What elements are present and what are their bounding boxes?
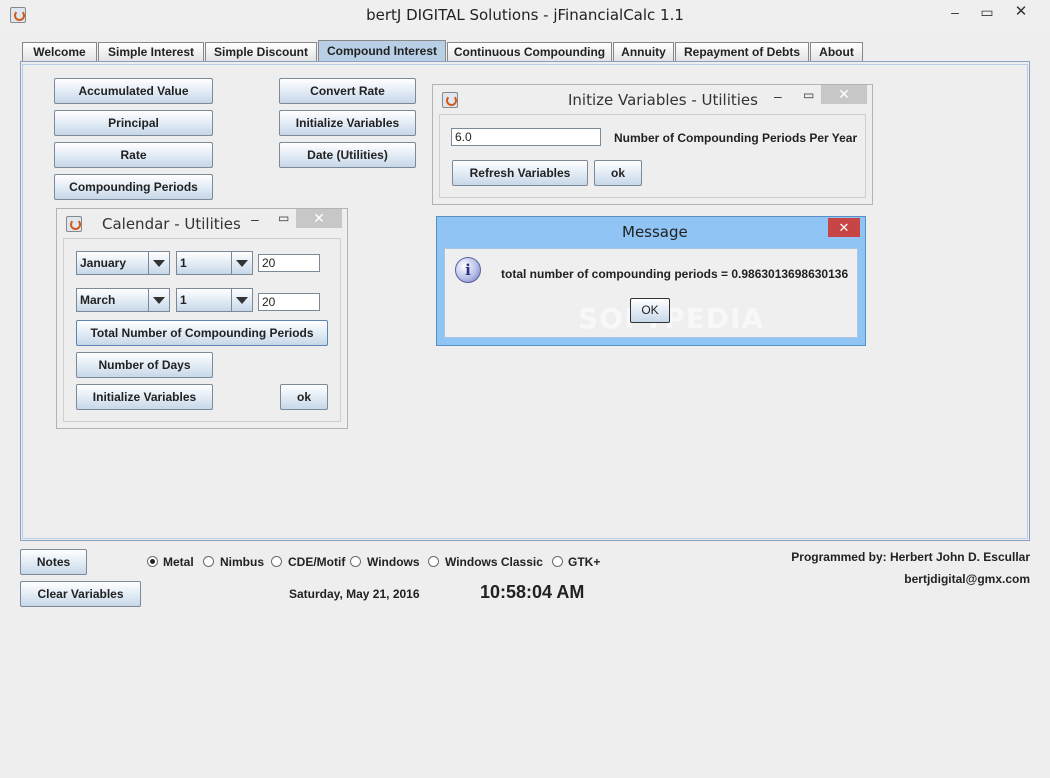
tab-repayment-of-debts[interactable]: Repayment of Debts [675,42,809,61]
from-day-value: 1 [180,256,187,270]
message-title: Message [622,223,688,241]
radio-windows-label: Windows [367,555,420,569]
radio-gtk[interactable] [552,556,563,567]
chevron-down-icon[interactable] [231,289,252,311]
frame-minimize-icon[interactable]: – [251,211,259,227]
calendar-initialize-variables-button[interactable]: Initialize Variables [76,384,213,410]
radio-cde-motif-label: CDE/Motif [288,555,346,569]
to-year-field[interactable]: 20 [258,293,320,311]
notes-button[interactable]: Notes [20,549,87,575]
frame-maximize-icon[interactable]: ▭ [278,211,289,225]
frame-java-icon [66,216,82,232]
radio-windows[interactable] [350,556,361,567]
close-icon[interactable]: ✕ [1006,2,1036,22]
programmed-by: Programmed by: Herbert John D. Escullar [791,550,1030,564]
radio-gtk-label: GTK+ [568,555,601,569]
message-text: total number of compounding periods = 0.… [501,267,849,281]
tab-annuity[interactable]: Annuity [613,42,674,61]
frame-minimize-icon[interactable]: – [774,88,782,104]
from-year-field[interactable]: 20 [258,254,320,272]
date-utilities-button[interactable]: Date (Utilities) [279,142,416,168]
from-day-select[interactable]: 1 [176,251,253,275]
number-of-days-button[interactable]: Number of Days [76,352,213,378]
radio-metal[interactable] [147,556,158,567]
chevron-down-icon[interactable] [148,252,169,274]
info-icon: i [455,257,481,283]
periods-per-year-label: Number of Compounding Periods Per Year [614,131,858,145]
chevron-down-icon[interactable] [231,252,252,274]
frame-java-icon [442,92,458,108]
tab-simple-discount[interactable]: Simple Discount [205,42,317,61]
calendar-ok-button[interactable]: ok [280,384,328,410]
to-day-select[interactable]: 1 [176,288,253,312]
frame-close-icon[interactable]: ✕ [296,209,342,228]
frame-maximize-icon[interactable]: ▭ [803,88,814,102]
tab-welcome[interactable]: Welcome [22,42,97,61]
to-day-value: 1 [180,293,187,307]
compounding-periods-button[interactable]: Compounding Periods [54,174,213,200]
principal-button[interactable]: Principal [54,110,213,136]
from-month-select[interactable]: January [76,251,170,275]
periods-per-year-field[interactable]: 6.0 [451,128,601,146]
tab-about[interactable]: About [810,42,863,61]
tab-simple-interest[interactable]: Simple Interest [98,42,204,61]
to-month-value: March [80,293,116,307]
radio-windows-classic[interactable] [428,556,439,567]
current-date: Saturday, May 21, 2016 [289,587,420,601]
calendar-frame-title: Calendar - Utilities [102,215,241,233]
convert-rate-button[interactable]: Convert Rate [279,78,416,104]
author-email: bertjdigital@gmx.com [904,572,1030,586]
tab-compound-interest[interactable]: Compound Interest [318,40,446,61]
message-close-icon[interactable]: ✕ [828,218,860,237]
accumulated-value-button[interactable]: Accumulated Value [54,78,213,104]
window-title: bertJ DIGITAL Solutions - jFinancialCalc… [366,6,684,24]
clear-variables-button[interactable]: Clear Variables [20,581,141,607]
radio-metal-label: Metal [163,555,194,569]
refresh-variables-button[interactable]: Refresh Variables [452,160,588,186]
softpedia-watermark: SOFTPEDIA [578,302,765,335]
radio-nimbus-label: Nimbus [220,555,265,569]
radio-nimbus[interactable] [203,556,214,567]
rate-button[interactable]: Rate [54,142,213,168]
radio-cde-motif[interactable] [271,556,282,567]
message-ok-button[interactable]: OK [630,298,670,323]
chevron-down-icon[interactable] [148,289,169,311]
minimize-icon[interactable]: – [940,2,970,22]
to-month-select[interactable]: March [76,288,170,312]
init-ok-button[interactable]: ok [594,160,642,186]
total-compounding-periods-button[interactable]: Total Number of Compounding Periods [76,320,328,346]
radio-windows-classic-label: Windows Classic [445,555,543,569]
tab-continuous-compounding[interactable]: Continuous Compounding [447,42,612,61]
frame-close-icon[interactable]: ✕ [821,85,867,104]
from-month-value: January [80,256,127,270]
init-frame-title: Initize Variables - Utilities [568,91,758,109]
current-time: 10:58:04 AM [480,582,585,602]
initialize-variables-button[interactable]: Initialize Variables [279,110,416,136]
maximize-icon[interactable]: ▭ [972,2,1002,22]
